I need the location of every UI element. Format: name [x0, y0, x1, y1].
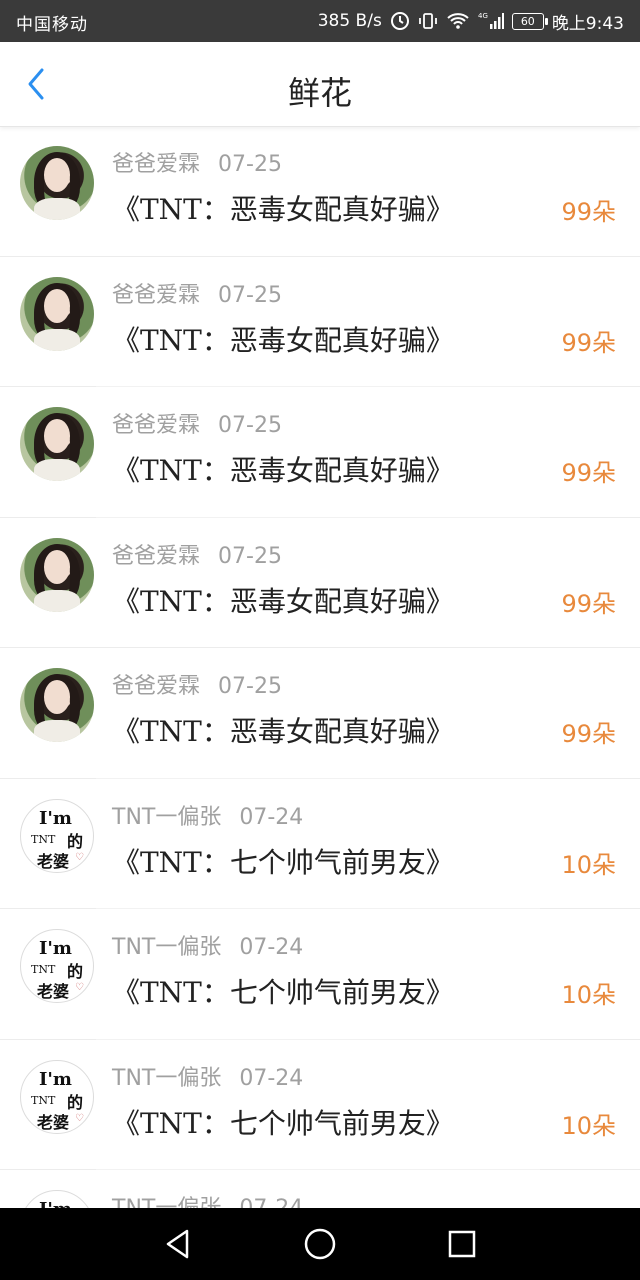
avatar[interactable] — [20, 146, 94, 220]
header: 鲜花 — [0, 42, 640, 127]
avatar-text-line: TNT — [31, 832, 56, 846]
signal-icon: 4G — [478, 11, 504, 31]
vibrate-icon — [418, 11, 438, 31]
list-item[interactable]: I'm TNT 的 老婆 ♡ TNT一偏张 07-24 《TNT：七个帅气前男友》… — [0, 1040, 640, 1170]
circle-home-icon — [304, 1228, 336, 1260]
flower-amount: 99朵 — [561, 589, 616, 618]
square-recents-icon — [448, 1230, 476, 1258]
book-title: 《TNT：恶毒女配真好骗》 — [112, 454, 454, 487]
avatar-text-line: 的 — [67, 831, 84, 851]
avatar-text-line: TNT — [31, 963, 56, 976]
svg-text:4G: 4G — [478, 12, 488, 20]
avatar[interactable]: I'm TNT 的 老婆 ♡ — [20, 798, 94, 873]
item-meta: 爸爸爱霖 07-25 — [112, 538, 282, 570]
wifi-icon — [446, 11, 470, 31]
sender-name: 爸爸爱霖 — [112, 282, 201, 308]
sender-name: TNT一偏张 — [112, 935, 222, 960]
avatar[interactable]: I'm TNT 的 老婆 ♡ — [20, 929, 94, 1003]
avatar-text-line: I'm — [39, 1068, 72, 1090]
item-meta: TNT一偏张 07-24 — [112, 1060, 303, 1092]
avatar-text-line: I'm — [39, 938, 72, 959]
book-title: 《TNT：恶毒女配真好骗》 — [112, 715, 454, 748]
page-title: 鲜花 — [287, 74, 352, 112]
item-meta: 爸爸爱霖 07-25 — [112, 407, 282, 439]
item-meta: 爸爸爱霖 07-25 — [112, 668, 282, 700]
flower-amount: 99朵 — [561, 198, 616, 226]
avatar[interactable] — [20, 276, 94, 351]
book-title: 《TNT：恶毒女配真好骗》 — [112, 323, 454, 357]
list-item[interactable]: 爸爸爱霖 07-25 《TNT：恶毒女配真好骗》 99朵 — [0, 257, 640, 387]
heart-icon: ♡ — [75, 982, 84, 993]
item-date: 07-25 — [218, 674, 282, 699]
item-date: 07-25 — [218, 152, 282, 177]
sender-name: TNT一偏张 — [112, 1065, 222, 1091]
carrier-label: 中国移动 — [16, 15, 88, 35]
status-bar: 中国移动 385 B/s 4G 60 晚上9:43 — [0, 0, 640, 42]
avatar[interactable]: I'm TNT 的 老婆 ♡ — [20, 1059, 94, 1134]
network-speed: 385 B/s — [317, 11, 382, 31]
book-title: 《TNT：七个帅气前男友》 — [112, 976, 454, 1009]
avatar-text-line: 的 — [67, 1092, 84, 1112]
book-title: 《TNT：恶毒女配真好骗》 — [112, 584, 454, 618]
list-item[interactable]: 爸爸爱霖 07-25 《TNT：恶毒女配真好骗》 99朵 — [0, 126, 640, 257]
clock: 晚上9:43 — [551, 13, 624, 34]
list-item[interactable]: 爸爸爱霖 07-25 《TNT：恶毒女配真好骗》 99朵 — [0, 648, 640, 779]
flower-amount: 10朵 — [561, 850, 616, 879]
item-meta: 爸爸爱霖 07-25 — [112, 146, 282, 178]
flower-amount: 10朵 — [561, 1111, 616, 1140]
nav-back-button[interactable] — [158, 1224, 198, 1264]
item-date: 07-24 — [239, 1065, 304, 1091]
item-date: 07-25 — [218, 282, 282, 308]
list-item[interactable]: 爸爸爱霖 07-25 《TNT：恶毒女配真好骗》 99朵 — [0, 518, 640, 648]
flower-amount: 99朵 — [561, 328, 616, 357]
system-nav-bar — [0, 1208, 640, 1280]
flower-gift-list: 爸爸爱霖 07-25 《TNT：恶毒女配真好骗》 99朵 爸爸爱霖 07-25 《T… — [0, 126, 640, 1280]
item-date: 07-24 — [239, 804, 304, 830]
battery-icon: 60 — [511, 12, 548, 30]
triangle-back-icon — [166, 1229, 189, 1259]
avatar-text-line: TNT — [31, 1093, 56, 1107]
heart-icon: ♡ — [75, 851, 84, 863]
list-item[interactable]: I'm TNT 的 老婆 ♡ TNT一偏张 07-24 《TNT：七个帅气前男友》… — [0, 779, 640, 909]
avatar-text-line: 老婆 — [37, 851, 70, 871]
sender-name: 爸爸爱霖 — [112, 674, 201, 699]
status-right: 385 B/s 4G 60 晚上9:43 — [318, 8, 624, 34]
item-meta: TNT一偏张 07-24 — [112, 799, 303, 831]
avatar[interactable] — [20, 668, 94, 742]
nav-home-button[interactable] — [300, 1224, 340, 1264]
sender-name: 爸爸爱霖 — [112, 543, 201, 569]
avatar[interactable] — [20, 407, 94, 481]
flower-amount: 99朵 — [561, 459, 616, 487]
avatar-text-line: I'm — [39, 807, 72, 829]
item-date: 07-24 — [239, 935, 304, 960]
book-title: 《TNT：恶毒女配真好骗》 — [112, 193, 454, 226]
list-item[interactable]: 爸爸爱霖 07-25 《TNT：恶毒女配真好骗》 99朵 — [0, 387, 640, 518]
alarm-icon — [390, 11, 410, 31]
avatar-text-line: 老婆 — [37, 1112, 70, 1132]
item-meta: TNT一偏张 07-24 — [112, 929, 303, 961]
list-item[interactable]: I'm TNT 的 老婆 ♡ TNT一偏张 07-24 《TNT：七个帅气前男友》… — [0, 909, 640, 1040]
book-title: 《TNT：七个帅气前男友》 — [112, 1106, 454, 1140]
item-date: 07-25 — [218, 543, 282, 569]
screen: 中国移动 385 B/s 4G 60 晚上9:43 鲜花 爸爸爱霖 07-25 … — [0, 0, 640, 1280]
sender-name: 爸爸爱霖 — [112, 413, 201, 438]
sender-name: 爸爸爱霖 — [112, 152, 201, 177]
nav-recents-button[interactable] — [442, 1224, 482, 1264]
item-date: 07-25 — [218, 413, 282, 438]
book-title: 《TNT：七个帅气前男友》 — [112, 845, 454, 879]
item-meta: 爸爸爱霖 07-25 — [112, 277, 282, 309]
avatar-text-line: 的 — [67, 962, 84, 981]
heart-icon: ♡ — [75, 1112, 84, 1124]
avatar-text-line: 老婆 — [37, 982, 70, 1001]
avatar[interactable] — [20, 537, 94, 612]
sender-name: TNT一偏张 — [112, 804, 222, 830]
flower-amount: 99朵 — [561, 720, 616, 748]
flower-amount: 10朵 — [561, 981, 616, 1009]
